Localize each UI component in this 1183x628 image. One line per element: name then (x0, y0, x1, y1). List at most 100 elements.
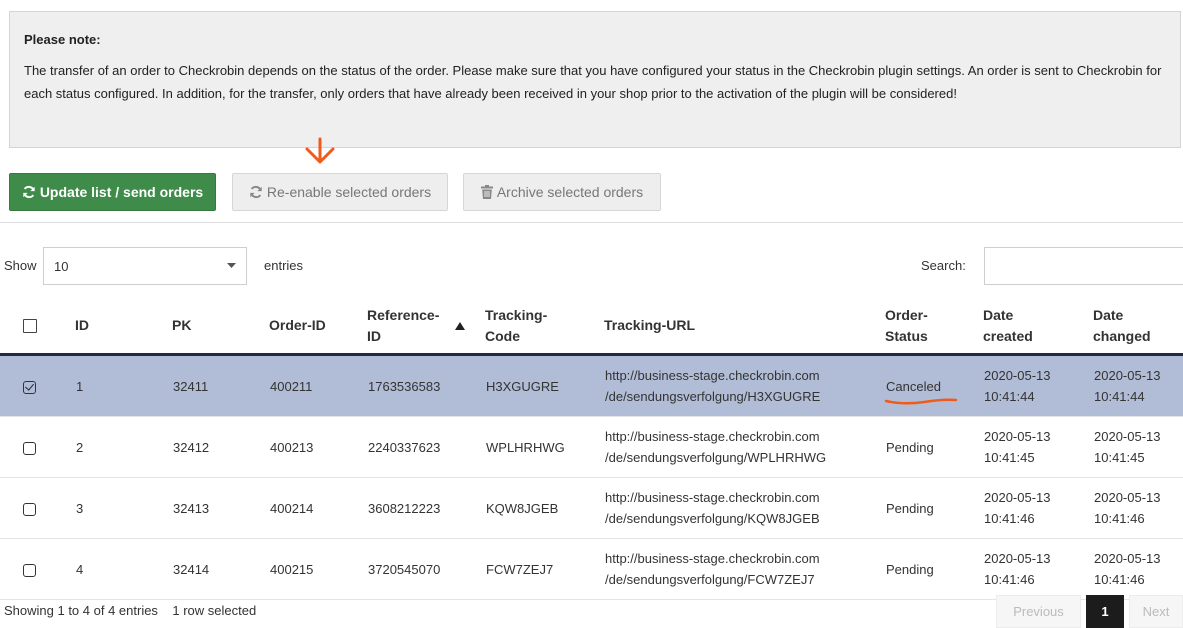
cell-date-created: 2020-05-13 10:41:46 (983, 538, 1093, 600)
cell-reference-id: 2240337623 (367, 416, 485, 478)
cell-tracking-code: KQW8JGEB (485, 477, 604, 539)
cell-pk: 32412 (172, 416, 269, 478)
date-changed-date: 2020-05-13 (1094, 429, 1161, 444)
tracking-url-line1: http://business-stage.checkrobin.com (605, 368, 820, 383)
trash-icon (480, 185, 493, 199)
toolbar-divider (0, 222, 1183, 223)
cell-tracking-code: H3XGUGRE (485, 354, 604, 417)
cell-id: 1 (75, 354, 172, 417)
cell-order-status: Pending (885, 416, 983, 478)
reenable-orders-button[interactable]: Re-enable selected orders (232, 173, 448, 211)
archive-orders-button[interactable]: Archive selected orders (463, 173, 661, 211)
search-label: Search: (921, 258, 966, 273)
column-header-reference-id[interactable]: Reference-ID (367, 298, 485, 356)
sort-asc-icon (455, 321, 465, 330)
chevron-down-icon (227, 263, 236, 268)
select-all-cell (0, 298, 75, 356)
update-list-label: Update list / send orders (39, 184, 204, 200)
date-created-header-label: Date created (983, 306, 1033, 344)
date-changed-time: 10:41:46 (1094, 572, 1145, 587)
row-checkbox-cell (0, 416, 75, 478)
note-title: Please note: (24, 32, 101, 47)
date-changed-header-label: Date changed (1093, 306, 1151, 344)
column-header-tracking-url[interactable]: Tracking-URL (604, 298, 885, 356)
table-row[interactable]: 2 32412 400213 2240337623 WPLHRHWG http:… (0, 416, 1183, 478)
pagination-next[interactable]: Next (1129, 595, 1183, 628)
order-status-text: Canceled (886, 378, 941, 394)
selected-info: 1 row selected (172, 603, 257, 618)
column-header-order-status[interactable]: Order-Status (885, 298, 983, 356)
cell-date-changed: 2020-05-13 10:41:46 (1093, 538, 1183, 600)
cell-order-id: 400214 (269, 477, 367, 539)
cell-tracking-code: FCW7ZEJ7 (485, 538, 604, 600)
reference-id-header-label: Reference-ID (367, 306, 440, 344)
cell-id: 2 (75, 416, 172, 478)
reenable-orders-label: Re-enable selected orders (266, 184, 432, 200)
date-created-date: 2020-05-13 (984, 429, 1051, 444)
cell-tracking-url[interactable]: http://business-stage.checkrobin.com/de/… (604, 354, 885, 417)
cell-order-id: 400215 (269, 538, 367, 600)
table-row[interactable]: 1 32411 400211 1763536583 H3XGUGRE http:… (0, 354, 1183, 417)
cell-tracking-url[interactable]: http://business-stage.checkrobin.com/de/… (604, 477, 885, 539)
date-created-time: 10:41:44 (984, 389, 1035, 404)
cell-pk: 32411 (172, 354, 269, 417)
cell-reference-id: 1763536583 (367, 354, 485, 417)
date-changed-date: 2020-05-13 (1094, 368, 1161, 383)
column-header-order-id[interactable]: Order-ID (269, 298, 367, 356)
pagination-page-1[interactable]: 1 (1086, 595, 1124, 628)
column-header-tracking-code[interactable]: Tracking-Code (485, 298, 604, 356)
tracking-url-line1: http://business-stage.checkrobin.com (605, 429, 820, 444)
cell-order-id: 400213 (269, 416, 367, 478)
refresh-icon (23, 185, 35, 199)
row-checkbox[interactable] (23, 380, 36, 394)
tracking-url-line2: /de/sendungsverfolgung/KQW8JGEB (605, 511, 820, 526)
cell-tracking-url[interactable]: http://business-stage.checkrobin.com/de/… (604, 538, 885, 600)
update-list-button[interactable]: Update list / send orders (9, 173, 216, 211)
cell-id: 3 (75, 477, 172, 539)
entries-select[interactable]: 10 (43, 247, 247, 285)
column-header-pk[interactable]: PK (172, 298, 269, 356)
cell-pk: 32414 (172, 538, 269, 600)
row-checkbox[interactable] (23, 563, 36, 577)
cell-order-id: 400211 (269, 354, 367, 417)
cell-date-changed: 2020-05-13 10:41:44 (1093, 354, 1183, 417)
date-changed-time: 10:41:46 (1094, 511, 1145, 526)
archive-orders-label: Archive selected orders (496, 184, 644, 200)
date-created-time: 10:41:45 (984, 450, 1035, 465)
tracking-url-line2: /de/sendungsverfolgung/H3XGUGRE (605, 389, 821, 404)
row-checkbox[interactable] (23, 502, 36, 516)
tracking-url-line1: http://business-stage.checkrobin.com (605, 551, 820, 566)
date-changed-date: 2020-05-13 (1094, 551, 1161, 566)
column-header-date-created[interactable]: Date created (983, 298, 1093, 356)
tracking-code-header-label: Tracking-Code (485, 306, 548, 344)
cell-date-changed: 2020-05-13 10:41:45 (1093, 416, 1183, 478)
cell-tracking-url[interactable]: http://business-stage.checkrobin.com/de/… (604, 416, 885, 478)
orders-table: ID PK Order-ID Reference-ID Tracking-Cod… (0, 298, 1183, 600)
annotation-arrow-icon (305, 137, 335, 164)
tracking-url-line2: /de/sendungsverfolgung/FCW7ZEJ7 (605, 572, 815, 587)
search-input[interactable] (984, 247, 1183, 285)
annotation-underline (884, 398, 958, 405)
cell-order-status: Canceled (884, 354, 983, 417)
column-header-date-changed[interactable]: Date changed (1093, 298, 1183, 356)
row-checkbox[interactable] (23, 441, 36, 455)
date-changed-time: 10:41:44 (1094, 389, 1145, 404)
cell-reference-id: 3608212223 (367, 477, 485, 539)
entries-select-value: 10 (54, 258, 69, 274)
column-header-id[interactable]: ID (75, 298, 172, 356)
cell-id: 4 (75, 538, 172, 600)
table-row[interactable]: 4 32414 400215 3720545070 FCW7ZEJ7 http:… (0, 538, 1183, 600)
order-status-header-label: Order-Status (885, 306, 928, 344)
date-created-date: 2020-05-13 (984, 490, 1051, 505)
cell-date-changed: 2020-05-13 10:41:46 (1093, 477, 1183, 539)
table-row[interactable]: 3 32413 400214 3608212223 KQW8JGEB http:… (0, 477, 1183, 539)
date-created-date: 2020-05-13 (984, 551, 1051, 566)
cell-reference-id: 3720545070 (367, 538, 485, 600)
date-changed-time: 10:41:45 (1094, 450, 1145, 465)
row-checkbox-cell (0, 477, 75, 539)
entries-label: entries (264, 258, 304, 273)
date-changed-date: 2020-05-13 (1094, 490, 1161, 505)
select-all-checkbox[interactable] (23, 319, 37, 334)
pagination-previous[interactable]: Previous (996, 595, 1081, 628)
table-header-row: ID PK Order-ID Reference-ID Tracking-Cod… (0, 298, 1183, 356)
